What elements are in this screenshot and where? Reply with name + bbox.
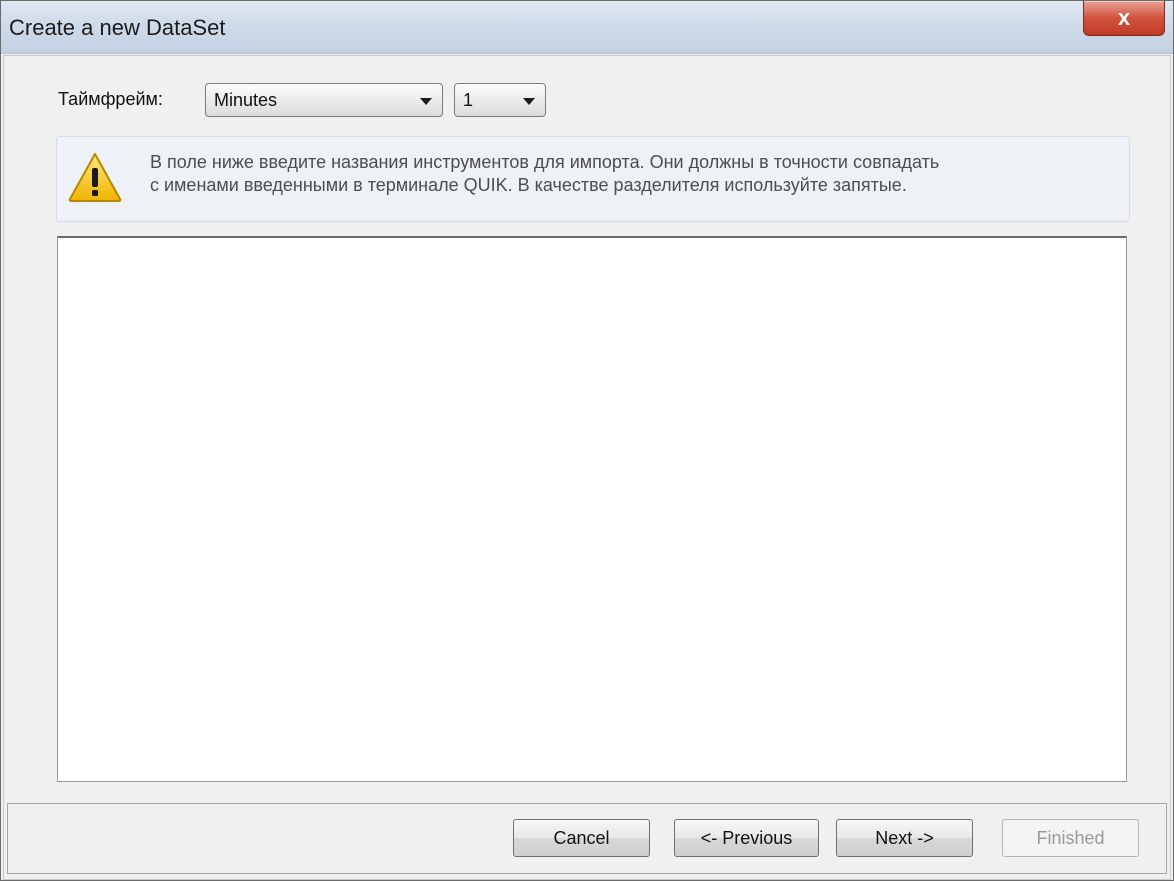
info-message: В поле ниже введите названия инструменто… xyxy=(150,151,1125,197)
timeframe-interval-value: 1 xyxy=(463,90,474,110)
cancel-button[interactable]: Cancel xyxy=(513,819,650,857)
info-message-line: В поле ниже введите названия инструменто… xyxy=(150,152,940,172)
previous-button[interactable]: <- Previous xyxy=(674,819,819,857)
warning-icon xyxy=(68,153,122,202)
create-dataset-dialog: Create a new DataSet x Таймфрейм: Minute… xyxy=(0,0,1174,881)
timeframe-unit-select[interactable]: Minutes xyxy=(205,83,443,117)
instruments-textarea[interactable] xyxy=(57,236,1127,782)
info-message-line: с именами введенными в терминале QUIK. В… xyxy=(150,175,907,195)
window-title: Create a new DataSet xyxy=(9,15,226,40)
close-button[interactable]: x xyxy=(1083,1,1165,36)
timeframe-label: Таймфрейм: xyxy=(58,89,163,109)
chevron-down-icon xyxy=(420,98,432,105)
close-icon: x xyxy=(1117,5,1131,30)
timeframe-interval-select[interactable]: 1 xyxy=(454,83,546,117)
title-bar[interactable]: Create a new DataSet x xyxy=(1,1,1173,54)
chevron-down-icon xyxy=(523,98,535,105)
info-panel: В поле ниже введите названия инструменто… xyxy=(56,136,1130,222)
finished-button[interactable]: Finished xyxy=(1002,819,1139,857)
timeframe-unit-value: Minutes xyxy=(214,90,278,110)
next-button[interactable]: Next -> xyxy=(836,819,973,857)
